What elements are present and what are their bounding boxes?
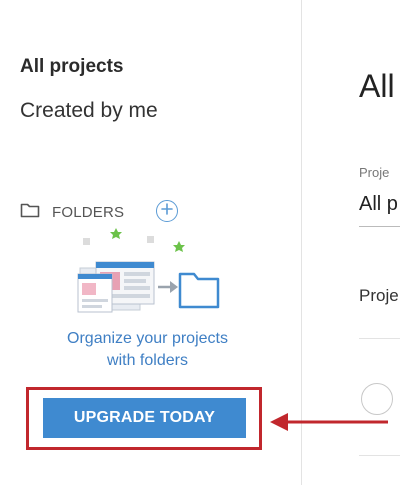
- filter-underline: [359, 226, 400, 227]
- row-select-radio[interactable]: [361, 383, 393, 415]
- folder-icon: [20, 202, 40, 223]
- nav-created-by-me[interactable]: Created by me: [20, 99, 158, 123]
- page-title: All: [359, 68, 395, 104]
- folders-illustration: [70, 226, 230, 316]
- main-content: All Proje All p Proje: [303, 0, 400, 485]
- empty-message-line-1: Organize your projects: [67, 330, 228, 347]
- divider: [359, 455, 400, 456]
- column-header: Proje: [359, 286, 399, 305]
- divider: [359, 338, 400, 339]
- add-folder-button[interactable]: [156, 200, 178, 222]
- nav-all-projects[interactable]: All projects: [20, 56, 123, 78]
- filter-select[interactable]: All p: [359, 193, 398, 216]
- folders-header: FOLDERS: [20, 200, 124, 224]
- upgrade-button[interactable]: UPGRADE TODAY: [43, 398, 246, 438]
- plus-icon: [161, 202, 173, 220]
- empty-message-line-2: with folders: [107, 352, 188, 369]
- folders-empty-message: Organize your projects with folders: [30, 328, 265, 372]
- filter-label: Proje: [359, 165, 390, 180]
- folders-label: FOLDERS: [52, 203, 125, 221]
- sidebar: All projects Created by me FOLDERS Organ…: [0, 0, 302, 485]
